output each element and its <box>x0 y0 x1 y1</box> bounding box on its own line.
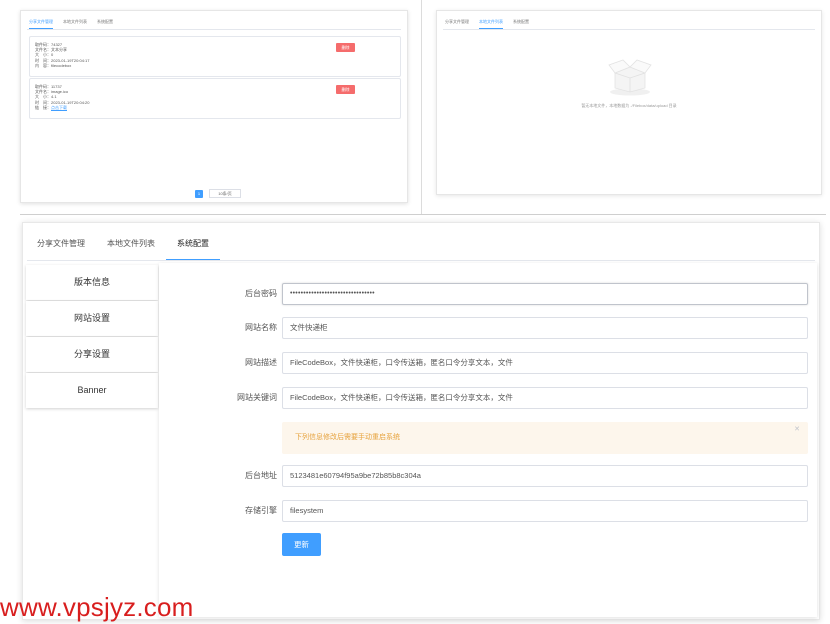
storage-engine-label: 存储引擎 <box>245 506 277 515</box>
form-row-site-keywords: 网站关键词 FileCodeBox，文件快递柜，口令传送箱，匿名口令分享文本，文… <box>159 387 817 409</box>
sidebar-item-share-settings[interactable]: 分享设置 <box>26 337 158 372</box>
empty-state-text: 暂无本地文件，本地数据为 ./Filebox/data/upload 目录 <box>581 103 677 108</box>
update-button[interactable]: 更新 <box>282 533 321 556</box>
file-card: 取件码：11737 文件名：image.ico 大 小：4.1 时 间：2023… <box>29 78 401 119</box>
site-description-input[interactable]: FileCodeBox，文件快递柜，口令传送箱，匿名口令分享文本，文件 <box>282 352 808 374</box>
form-row-site-description: 网站描述 FileCodeBox，文件快递柜，口令传送箱，匿名口令分享文本，文件 <box>159 352 817 374</box>
admin-password-label: 后台密码 <box>245 289 277 298</box>
tab-system-config[interactable]: 系统配置 <box>97 17 113 29</box>
page-number-current[interactable]: 1 <box>195 189 203 198</box>
pagination: 1 10条/页 <box>195 189 241 198</box>
local-files-preview-panel: 分享文件管理 本地文件列表 系统配置 暂无本地文件，本地数据为 ./Filebo… <box>436 10 822 195</box>
close-icon[interactable]: ✕ <box>794 425 800 433</box>
field-value: filecodebox <box>51 62 72 68</box>
settings-form: 后台密码 •••••••••••••••••••••••••••••••• 网站… <box>159 263 817 617</box>
admin-password-input[interactable]: •••••••••••••••••••••••••••••••• <box>282 283 808 305</box>
tab-system-config[interactable]: 系统配置 <box>166 231 220 261</box>
sidebar-item-version-info[interactable]: 版本信息 <box>26 265 158 300</box>
sidebar-item-site-settings[interactable]: 网站设置 <box>26 301 158 336</box>
sidebar-item-banner[interactable]: Banner <box>26 373 158 408</box>
main-tab-bar: 分享文件管理 本地文件列表 系统配置 <box>37 231 220 261</box>
file-link-row: 链 接：点击下载 <box>35 105 89 110</box>
site-name-label: 网站名称 <box>245 323 277 332</box>
tab-local-files[interactable]: 本地文件列表 <box>479 17 503 29</box>
tab-divider <box>27 29 401 30</box>
file-details: 取件码：11737 文件名：image.ico 大 小：4.1 时 间：2023… <box>35 84 89 110</box>
share-files-preview-panel: 分享文件管理 本地文件列表 系统配置 取件码：74327 文件名：文本分享 大 … <box>20 10 408 203</box>
delete-button[interactable]: 删除 <box>336 43 355 52</box>
field-label: 链 接： <box>35 104 51 110</box>
tab-local-files[interactable]: 本地文件列表 <box>63 17 87 29</box>
file-content-row: 内 容：filecodebox <box>35 63 89 68</box>
storage-engine-input[interactable]: filesystem <box>282 500 808 522</box>
download-link[interactable]: 点击下载 <box>51 105 67 110</box>
delete-button[interactable]: 删除 <box>336 85 355 94</box>
horizontal-divider <box>20 214 826 215</box>
form-row-site-name: 网站名称 文件快递柜 <box>159 317 817 339</box>
settings-sidebar: 版本信息 网站设置 分享设置 Banner <box>26 265 158 409</box>
tab-share-files[interactable]: 分享文件管理 <box>37 231 96 261</box>
vertical-divider <box>421 0 422 214</box>
tab-system-config[interactable]: 系统配置 <box>513 17 529 29</box>
preview-tab-bar: 分享文件管理 本地文件列表 系统配置 <box>445 17 529 29</box>
system-config-panel: 分享文件管理 本地文件列表 系统配置 版本信息 网站设置 分享设置 Banner… <box>22 222 820 620</box>
admin-address-label: 后台地址 <box>245 471 277 480</box>
restart-warning-alert: 下列信息修改后需要手动重启系统 ✕ <box>282 422 808 454</box>
form-row-admin-address: 后台地址 5123481e60794f95a9be72b85b8c304a <box>159 465 817 487</box>
tab-divider <box>27 260 815 261</box>
site-keywords-input[interactable]: FileCodeBox，文件快递柜，口令传送箱，匿名口令分享文本，文件 <box>282 387 808 409</box>
empty-box-icon <box>608 59 652 96</box>
site-description-label: 网站描述 <box>245 358 277 367</box>
file-card: 取件码：74327 文件名：文本分享 大 小：0 时 间：2023-01-19T… <box>29 36 401 77</box>
page-size-select[interactable]: 10条/页 <box>209 189 241 198</box>
tab-divider <box>443 29 815 30</box>
file-details: 取件码：74327 文件名：文本分享 大 小：0 时 间：2023-01-19T… <box>35 42 89 68</box>
preview-tab-bar: 分享文件管理 本地文件列表 系统配置 <box>29 17 113 29</box>
watermark-text: www.vpsjyz.com <box>0 592 194 622</box>
site-name-input[interactable]: 文件快递柜 <box>282 317 808 339</box>
tab-share-files[interactable]: 分享文件管理 <box>445 17 469 29</box>
alert-text: 下列信息修改后需要手动重启系统 <box>295 434 400 441</box>
admin-address-input[interactable]: 5123481e60794f95a9be72b85b8c304a <box>282 465 808 487</box>
form-row-storage-engine: 存储引擎 filesystem <box>159 500 817 522</box>
tab-share-files[interactable]: 分享文件管理 <box>29 17 53 29</box>
field-label: 内 容： <box>35 62 51 68</box>
site-keywords-label: 网站关键词 <box>237 393 277 402</box>
field-value: 文本分享 <box>51 47 67 53</box>
form-row-admin-password: 后台密码 •••••••••••••••••••••••••••••••• <box>159 283 817 305</box>
tab-local-files[interactable]: 本地文件列表 <box>96 231 166 261</box>
